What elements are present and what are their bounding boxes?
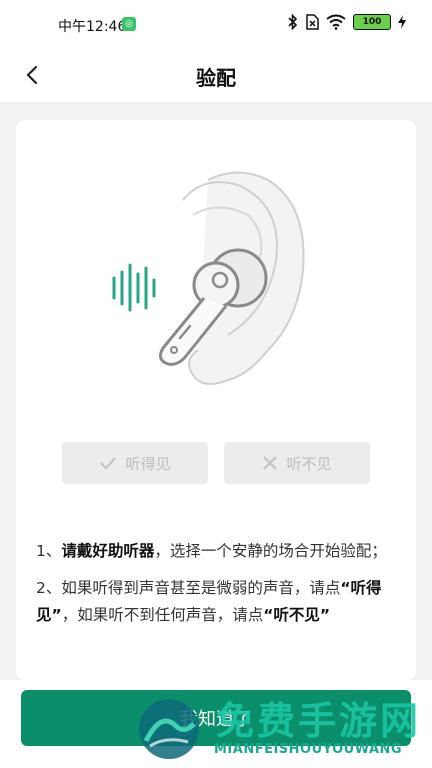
step1-prefix: 1、 — [36, 542, 62, 560]
nav-bar: 验配 — [0, 50, 432, 102]
no-sim-icon — [306, 14, 319, 30]
ear-hearing-aid-illustration — [112, 171, 305, 385]
instructions: 1、请戴好助听器，选择一个安静的场合开始验配； 2、如果听得到声音甚至是微弱的声… — [36, 538, 396, 639]
sound-wave-icon — [112, 263, 156, 312]
hear-button[interactable]: 听得见 — [62, 442, 208, 484]
step1-bold: 请戴好助听器 — [61, 542, 155, 560]
not-hear-button[interactable]: 听不见 — [224, 442, 370, 484]
notification-app-icon: ◎ — [122, 17, 136, 31]
step2-bold-not-hear: “听不见” — [263, 606, 331, 624]
hear-button-label: 听得见 — [125, 454, 171, 473]
got-it-button-label: 我知道了 — [180, 709, 252, 730]
status-icons: 100 — [288, 14, 406, 30]
step2-prefix: 2、如果听得到声音甚至是微弱的声音，请点 — [36, 579, 341, 597]
instruction-step-1: 1、请戴好助听器，选择一个安静的场合开始验配； — [36, 538, 396, 565]
wifi-icon — [326, 14, 346, 30]
status-bar: 中午12:46 ◎ 100 — [0, 0, 432, 50]
fitting-card: 听得见 听不见 1、请戴好助听器，选择一个安静的场合开始验配； 2、如果听得到声… — [16, 120, 416, 680]
page-title: 验配 — [196, 66, 236, 90]
charging-icon — [398, 15, 406, 29]
battery-indicator: 100 — [353, 14, 391, 30]
bluetooth-icon — [288, 14, 298, 30]
instruction-step-2: 2、如果听得到声音甚至是微弱的声音，请点“听得见”，如果听不到任何声音，请点“听… — [36, 575, 396, 629]
step1-rest: ，选择一个安静的场合开始验配； — [154, 542, 387, 560]
step2-middle: ，如果听不到任何声音，请点 — [61, 606, 264, 624]
bottom-area: 我知道了 — [0, 680, 432, 768]
not-hear-button-label: 听不见 — [286, 454, 332, 473]
check-icon — [100, 457, 117, 470]
got-it-button[interactable]: 我知道了 — [21, 690, 411, 746]
close-icon — [263, 456, 278, 470]
status-time: 中午12:46 — [58, 19, 127, 35]
